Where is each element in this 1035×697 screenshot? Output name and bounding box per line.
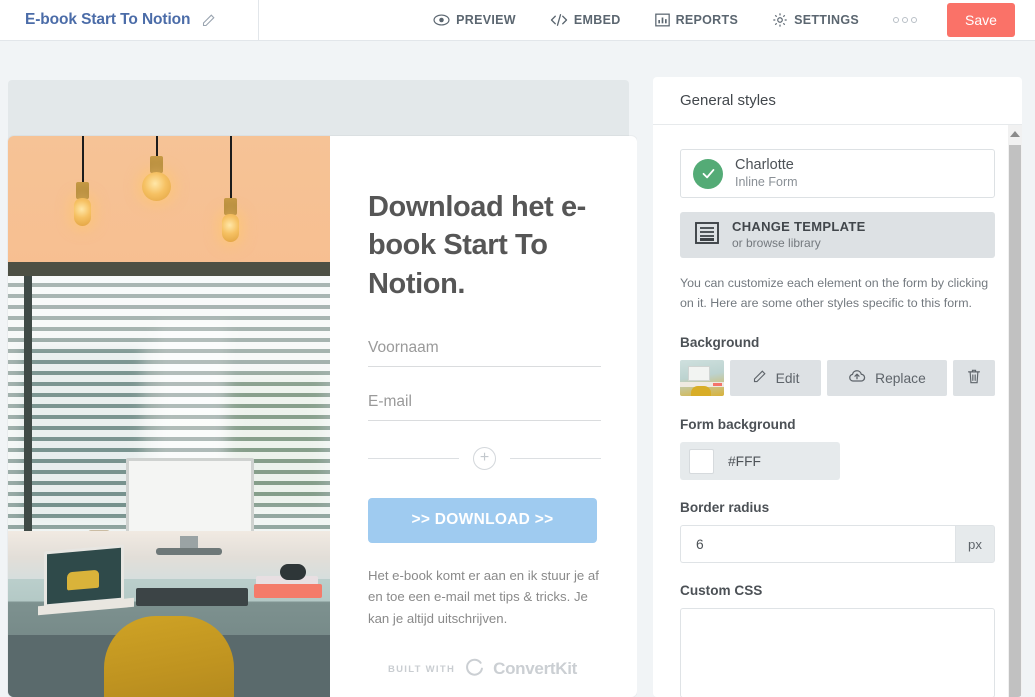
background-edit-label: Edit [775,370,800,386]
border-radius-input[interactable] [680,525,955,564]
download-submit-button[interactable]: >> DOWNLOAD >> [368,497,597,543]
panel-header: General styles [653,77,1022,125]
nav-preview-label: PREVIEW [456,13,516,27]
gear-icon [772,12,788,28]
form-heading[interactable]: Download het e-book Start To Notion. [368,188,601,303]
form-background-color-picker[interactable]: #FFF [680,442,840,481]
background-replace-label: Replace [875,370,926,386]
border-radius-control: px [680,525,995,564]
background-replace-button[interactable]: Replace [827,360,947,397]
pencil-icon[interactable] [200,12,216,28]
first-name-placeholder: Voornaam [368,338,439,356]
eye-icon [433,13,450,27]
form-disclaimer[interactable]: Het e-book komt er aan en ik stuur je af… [368,565,600,629]
cloud-upload-icon [848,369,866,387]
divider-line-left [368,457,459,459]
panel-scrollbar[interactable] [1008,125,1022,697]
border-radius-unit: px [955,525,995,564]
add-field-divider: + [368,446,601,470]
workspace-photo[interactable] [8,136,330,697]
change-template-subtitle: or browse library [732,235,821,250]
email-field[interactable]: E-mail [368,393,601,421]
built-with-label: BUILT WITH [387,663,456,675]
form-preview-card: Download het e-book Start To Notion. Voo… [8,136,637,697]
convertkit-brand-name: ConvertKit [493,659,578,679]
more-dots-icon[interactable] [893,17,917,23]
scrollbar-thumb[interactable] [1009,145,1021,697]
plus-circle-icon[interactable]: + [473,446,496,470]
code-icon [550,13,568,27]
nav-reports-label: REPORTS [675,13,739,27]
background-controls: Edit Replace [680,360,996,397]
template-name: Charlotte [735,157,794,174]
check-circle-icon [693,158,723,189]
change-template-button[interactable]: CHANGE TEMPLATE or browse library [680,212,995,258]
form-title-zone: E-book Start To Notion [0,0,259,41]
convertkit-logo-icon [464,657,484,682]
first-name-field[interactable]: Voornaam [368,339,601,367]
panel-title: General styles [680,92,776,109]
template-icon [694,220,720,251]
nav-settings-label: SETTINGS [794,13,859,27]
custom-css-input[interactable] [680,608,995,697]
panel-body: Charlotte Inline Form CHANGE TEMPLATE or… [653,125,1022,697]
change-template-title: CHANGE TEMPLATE [732,218,866,234]
nav-embed-label: EMBED [573,13,621,27]
background-edit-button[interactable]: Edit [730,360,822,397]
nav-settings[interactable]: SETTINGS [772,12,859,28]
save-button[interactable]: Save [947,3,1015,37]
email-placeholder: E-mail [368,392,412,410]
custom-css-label: Custom CSS [680,583,763,599]
background-delete-button[interactable] [952,360,996,397]
form-content: Download het e-book Start To Notion. Voo… [330,136,637,697]
general-styles-panel: General styles Charlotte Inline Form CHA… [653,77,1022,697]
color-swatch[interactable] [689,448,714,474]
pencil-icon [752,369,767,387]
nav-reports[interactable]: REPORTS [654,13,739,27]
form-background-value: #FFF [728,453,761,469]
styles-sidebar: General styles Charlotte Inline Form CHA… [637,41,1035,697]
border-radius-label: Border radius [680,500,770,516]
top-toolbar: E-book Start To Notion PREVIEW EMBED REP… [0,0,1035,41]
current-template-card[interactable]: Charlotte Inline Form [680,149,995,198]
divider-line-right [510,457,601,459]
built-with-badge[interactable]: BUILT WITH ConvertKit [368,657,597,682]
template-type: Inline Form [735,175,798,190]
nav-embed[interactable]: EMBED [550,13,621,27]
form-canvas: Download het e-book Start To Notion. Voo… [0,41,637,697]
scroll-up-arrow-icon[interactable] [1010,131,1020,137]
panel-help-text: You can customize each element on the fo… [680,276,989,310]
background-section-label: Background [680,335,760,351]
background-thumbnail[interactable] [680,360,724,397]
page-title: E-book Start To Notion [25,11,191,28]
canvas-backdrop: Download het e-book Start To Notion. Voo… [8,80,637,697]
form-background-label: Form background [680,417,796,433]
trash-icon [966,368,982,388]
nav-preview[interactable]: PREVIEW [433,13,516,27]
top-nav: PREVIEW EMBED REPORTS SETTINGS Save [259,0,1035,41]
bar-chart-icon [654,13,670,27]
